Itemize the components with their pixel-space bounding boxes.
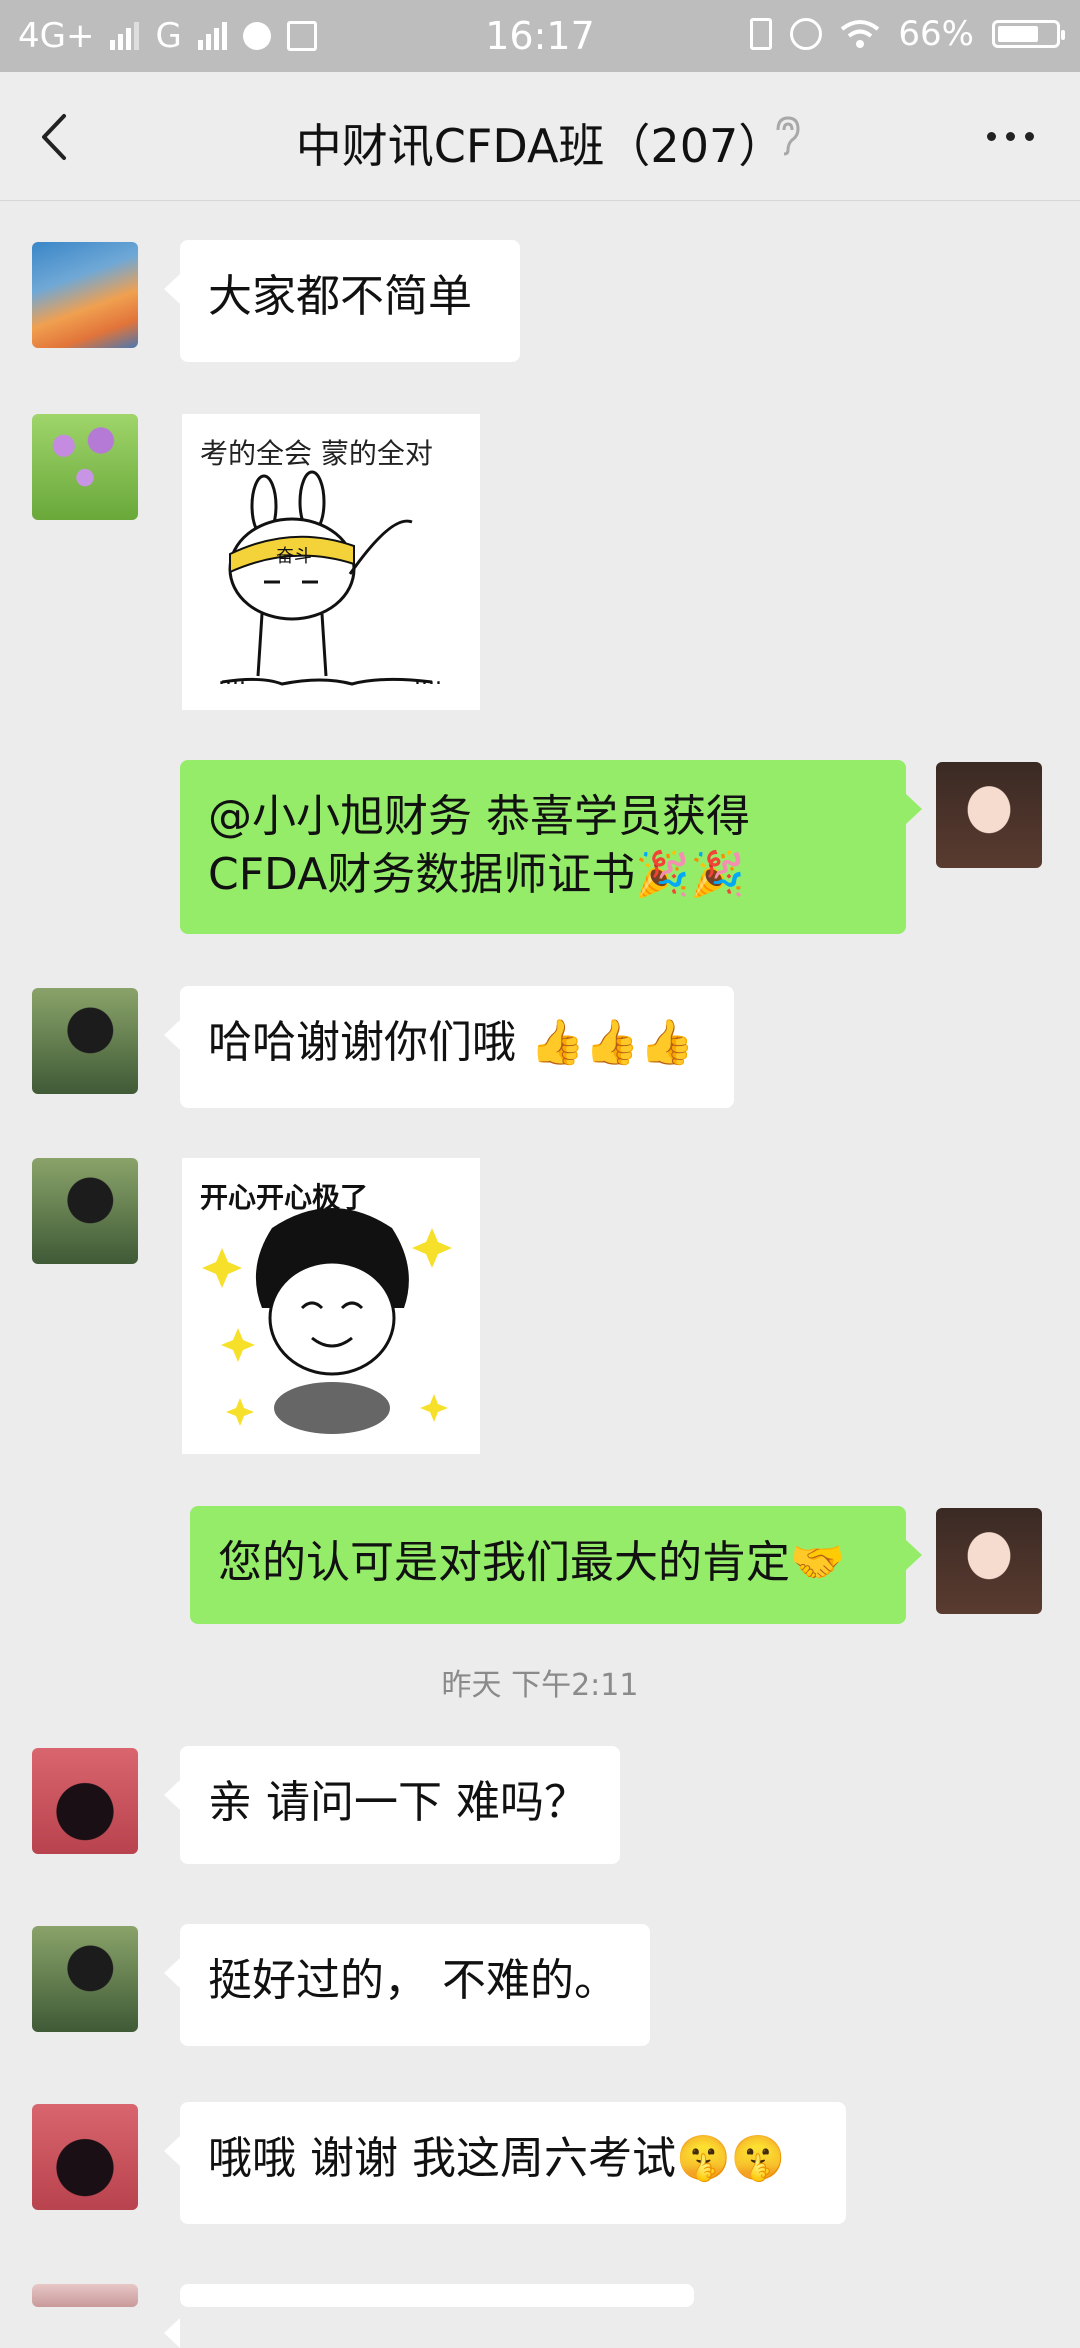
avatar-sunset[interactable] <box>32 242 138 348</box>
avatar-girl-black-hair[interactable] <box>32 1926 138 2032</box>
sticker-happy[interactable]: 开心开心极了 <box>182 1158 480 1454</box>
message-bubble[interactable]: 亲 请问一下 难吗？ <box>164 1746 620 1864</box>
headband-text: 奋斗 <box>276 546 312 567</box>
message-text: @小小旭财务 恭喜学员获得CFDA财务数据师证书🎉🎉 <box>208 791 750 900</box>
battery-percent: 66% <box>898 14 974 54</box>
svg-text:....: .... <box>218 665 246 690</box>
chat-header: 中财讯CFDA班（207） <box>0 72 1080 201</box>
wifi-icon <box>841 20 880 48</box>
message-text: 大家都不简单 <box>208 271 472 322</box>
alarm-icon <box>790 18 823 50</box>
message-bubble[interactable]: 大家都不简单 <box>164 240 520 362</box>
message-text: 挺好过的， 不难的。 <box>208 1955 618 2006</box>
timestamp: 昨天 下午2:11 <box>441 1668 639 1703</box>
more-options-button[interactable] <box>987 132 1034 141</box>
avatar-black-cat[interactable] <box>32 2104 138 2210</box>
battery-icon <box>992 20 1065 48</box>
avatar-girl-black-hair[interactable] <box>32 988 138 1094</box>
message-bubble[interactable]: 哦哦 谢谢 我这周六考试🤫🤫 <box>164 2102 846 2224</box>
message-bubble-partial[interactable] <box>164 2284 694 2348</box>
message-text: 亲 请问一下 难吗？ <box>208 1777 588 1828</box>
sticker-rabbit[interactable]: 考的全会 蒙的全对 奋斗 .... .... <box>182 414 480 710</box>
status-bar: 4G+ G 16:17 66% <box>0 0 1080 72</box>
message-bubble[interactable]: 哈哈谢谢你们哦 👍👍👍 <box>164 986 734 1108</box>
avatar-black-cat[interactable] <box>32 1748 138 1854</box>
avatar-partial[interactable] <box>32 2284 138 2307</box>
message-bubble[interactable]: @小小旭财务 恭喜学员获得CFDA财务数据师证书🎉🎉 <box>180 760 922 934</box>
message-text: 哦哦 谢谢 我这周六考试🤫🤫 <box>208 2133 786 2184</box>
message-bubble[interactable]: 您的认可是对我们最大的肯定🤝 <box>190 1506 922 1624</box>
message-bubble[interactable]: 挺好过的， 不难的。 <box>164 1924 650 2046</box>
avatar-girl-black-hair[interactable] <box>32 1158 138 1264</box>
svg-text:....: .... <box>414 665 442 690</box>
avatar-self[interactable] <box>936 762 1042 868</box>
avatar-flowers[interactable] <box>32 414 138 520</box>
message-text: 哈哈谢谢你们哦 👍👍👍 <box>208 1017 695 1068</box>
happy-face-sticker-icon <box>202 1208 452 1434</box>
rabbit-sticker-icon: 奋斗 .... .... <box>218 470 442 690</box>
chat-title: 中财讯CFDA班（207） <box>295 119 785 173</box>
muted-ear-icon <box>776 116 800 156</box>
message-text: 您的认可是对我们最大的肯定🤝 <box>218 1537 845 1588</box>
avatar-self[interactable] <box>936 1508 1042 1614</box>
vibrate-icon <box>750 18 773 50</box>
